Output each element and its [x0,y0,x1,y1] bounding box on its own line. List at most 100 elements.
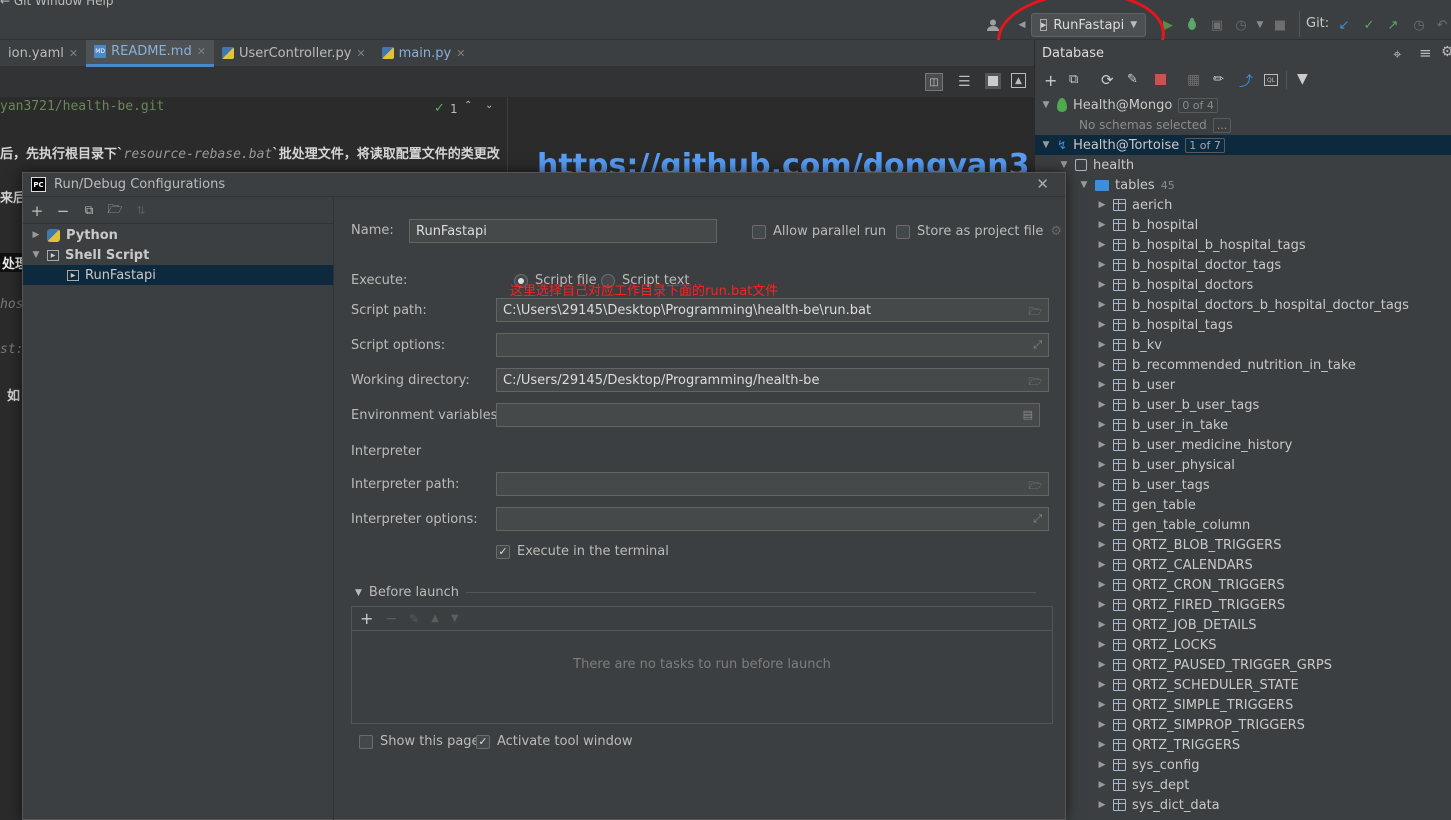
chevron-right-icon[interactable]: ▶ [1097,660,1107,670]
table-row[interactable]: ▶ gen_table [1097,495,1196,515]
interpreter-path-input[interactable]: 🗁 [496,472,1049,496]
chevron-down-icon[interactable]: ▼ [1041,100,1051,110]
table-row[interactable]: ▶ b_user [1097,375,1176,395]
close-icon[interactable]: ✕ [197,45,206,58]
expand-icon[interactable]: ⤢ [1033,338,1042,352]
store-as-project-file-checkbox[interactable]: Store as project file ⚙ [896,224,1062,239]
activate-tool-window-checkbox[interactable]: ✓ Activate tool window [476,734,632,749]
collapse-all-icon[interactable]: ≡ [1419,44,1432,62]
table-row[interactable]: ▶ b_user_in_take [1097,415,1229,435]
table-row[interactable]: ▶ gen_table_column [1097,515,1251,535]
before-launch-toggle[interactable]: ▼ Before launch [355,585,1037,600]
table-row[interactable]: ▶ b_recommended_nutrition_in_take [1097,355,1356,375]
editor-and-preview-icon[interactable]: ◫ [925,73,943,91]
chevron-right-icon[interactable]: ▶ [1097,580,1107,590]
script-options-input[interactable]: ⤢ [496,333,1049,357]
datasource-health-tortoise[interactable]: ▼ ↯ Health@Tortoise 1 of 7 [1035,135,1451,155]
schema-selector-button[interactable]: ... [1212,117,1232,133]
chevron-right-icon[interactable]: ▶ [1097,360,1107,370]
tab-readme-md[interactable]: MD README.md ✕ [86,39,214,67]
folder-icon[interactable]: 🗁 [1028,477,1042,496]
chevron-right-icon[interactable]: ▶ [1097,280,1107,290]
edit-icon[interactable]: ✏ [1213,72,1224,87]
tab-main-py[interactable]: main.py ✕ [374,40,474,67]
chevron-down-icon[interactable]: ▼ [355,588,362,598]
table-row[interactable]: ▶ b_user_tags [1097,475,1210,495]
schema-count-badge[interactable]: 0 of 4 [1178,97,1218,113]
checkbox-box[interactable] [359,734,373,749]
table-row[interactable]: ▶ b_hospital [1097,215,1199,235]
stop-icon[interactable]: ■ [1272,17,1288,33]
tree-item-runfastapi[interactable]: ▶ RunFastapi [23,265,333,285]
checkbox-box[interactable] [896,224,910,239]
chevron-right-icon[interactable]: ▶ [1097,640,1107,650]
git-rollback-icon[interactable]: ↶ [1434,17,1450,33]
checkbox-box[interactable]: ✓ [476,734,490,749]
chevron-right-icon[interactable]: ▶ [1097,680,1107,690]
table-row[interactable]: ▶ b_kv [1097,335,1162,355]
close-icon[interactable]: ✕ [456,47,465,60]
table-view-icon[interactable]: ▦ [1187,72,1200,88]
debug-icon[interactable] [1184,16,1200,32]
close-icon[interactable]: ✕ [69,47,78,60]
script-path-input[interactable]: C:\Users\29145\Desktop\Programming\healt… [496,298,1049,322]
chevron-right-icon[interactable]: ▶ [1097,460,1107,470]
folder-icon[interactable]: 🗁 [1028,303,1042,322]
expand-icon[interactable]: ⤢ [1033,512,1042,526]
filter-icon[interactable]: ▼ [1297,71,1308,87]
chevron-right-icon[interactable]: ▶ [1097,320,1107,330]
close-icon[interactable]: ✕ [1036,175,1049,193]
chevron-down-icon[interactable]: ▼ [31,250,41,260]
table-row[interactable]: ▶ QRTZ_SCHEDULER_STATE [1097,675,1299,695]
table-row[interactable]: ▶ QRTZ_CALENDARS [1097,555,1253,575]
allow-parallel-run-checkbox[interactable]: Allow parallel run [752,224,886,239]
table-row[interactable]: ▶ sys_dict_data [1097,795,1220,815]
environment-variables-input[interactable]: ▤ [496,403,1040,427]
chevron-down-icon[interactable]: ▼ [1041,140,1051,150]
sort-icon[interactable]: ⇅ [133,204,149,217]
chevron-right-icon[interactable]: ▶ [1097,620,1107,630]
table-row[interactable]: ▶ sys_dept [1097,775,1190,795]
chevron-up-icon[interactable]: ⌃ [464,100,472,111]
remove-icon[interactable]: − [55,202,71,220]
refresh-icon[interactable]: ⟳ [1101,71,1114,89]
split-view-icon[interactable] [985,73,1001,89]
table-row[interactable]: ▶ QRTZ_JOB_DETAILS [1097,615,1257,635]
chevron-right-icon[interactable]: ▶ [31,230,41,240]
chevron-right-icon[interactable]: ▶ [1097,420,1107,430]
copy-icon[interactable]: ⧉ [81,203,97,218]
chevron-right-icon[interactable]: ▶ [1097,780,1107,790]
schema-edit-icon[interactable]: ✎ [1127,72,1138,87]
chevron-right-icon[interactable]: ▶ [1097,500,1107,510]
table-row[interactable]: ▶ aerich [1097,195,1173,215]
chevron-right-icon[interactable]: ▶ [1097,380,1107,390]
settings-icon[interactable]: ⚙ [1441,44,1451,60]
table-row[interactable]: ▶ b_hospital_doctor_tags [1097,255,1282,275]
gear-icon[interactable]: ⚙ [1050,224,1062,239]
move-down-icon[interactable]: ▼ [451,613,459,624]
git-update-icon[interactable]: ↙ [1336,17,1352,33]
table-row[interactable]: ▶ b_user_physical [1097,455,1235,475]
table-row[interactable]: ▶ b_hospital_doctors [1097,275,1254,295]
preview-only-icon[interactable]: ▲ [1011,73,1026,88]
chevron-right-icon[interactable]: ▶ [1097,200,1107,210]
checkbox-box[interactable] [752,224,766,239]
chevron-right-icon[interactable]: ▶ [1097,440,1107,450]
chevron-right-icon[interactable]: ▶ [1097,480,1107,490]
chevron-right-icon[interactable]: ▶ [1097,260,1107,270]
table-row[interactable]: ▶ b_user_b_user_tags [1097,395,1260,415]
chevron-right-icon[interactable]: ▶ [1097,600,1107,610]
chevron-right-icon[interactable]: ▶ [1097,220,1107,230]
tree-item-shell-script[interactable]: ▼ ▶ Shell Script [31,245,150,265]
more-run-chevron-icon[interactable]: ▼ [1252,17,1268,33]
remove-icon[interactable]: − [385,611,397,627]
table-row[interactable]: ▶ QRTZ_BLOB_TRIGGERS [1097,535,1282,555]
execute-in-terminal-checkbox[interactable]: ✓ Execute in the terminal [496,544,669,559]
add-icon[interactable]: + [360,609,373,628]
table-row[interactable]: ▶ b_hospital_tags [1097,315,1233,335]
chevron-right-icon[interactable]: ▶ [1097,340,1107,350]
edit-list-icon[interactable]: ▤ [1023,408,1033,421]
chevron-right-icon[interactable]: ▶ [1097,400,1107,410]
chevron-right-icon[interactable]: ▶ [1097,740,1107,750]
disconnect-icon[interactable] [1155,74,1166,85]
